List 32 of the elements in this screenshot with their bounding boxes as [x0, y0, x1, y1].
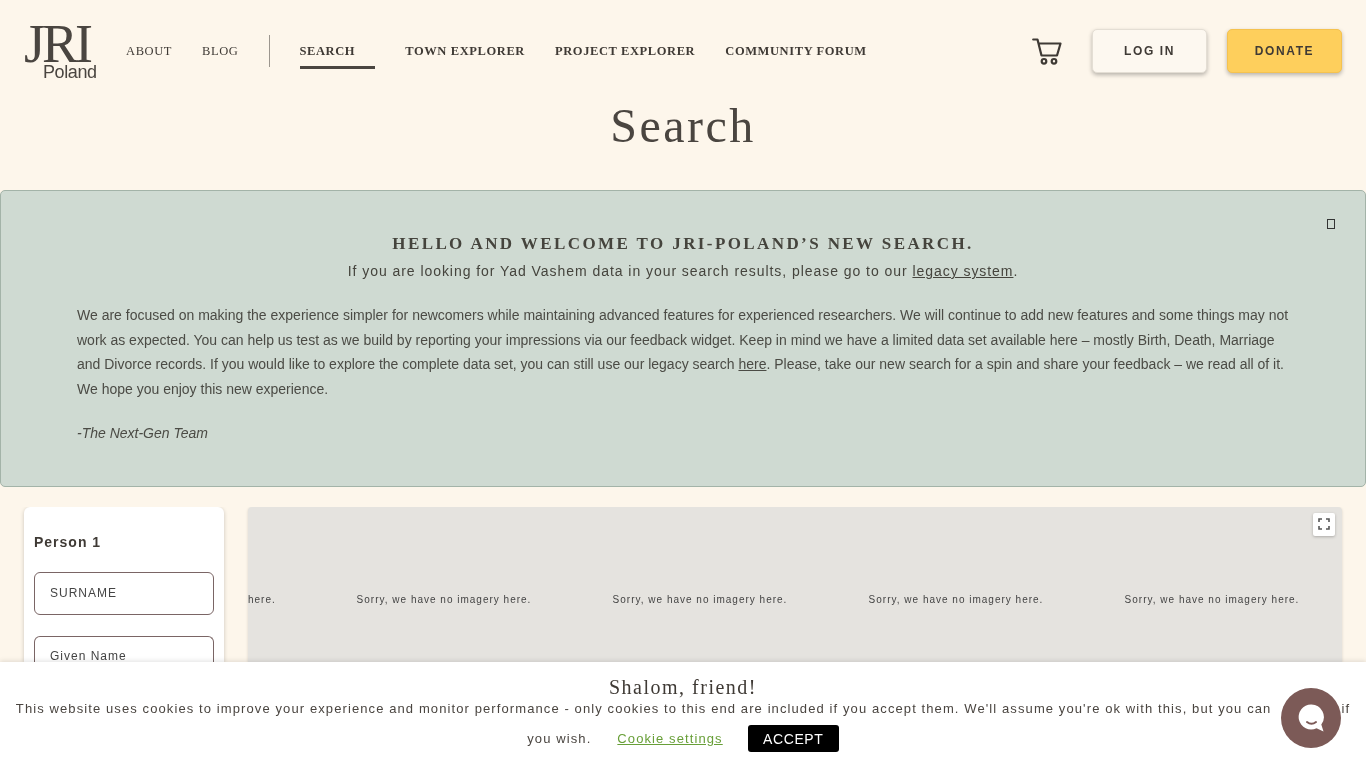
missing-glyph-icon[interactable] [1327, 219, 1335, 229]
log-in-button[interactable]: LOG IN [1092, 29, 1207, 73]
welcome-paragraph: We are focused on making the experience simpler for newcomers while maintaining advanced features for experienced researchers. We will continue to add new features and some things may not work as expected. You can help us test as we build by reporting your impressions via our feedback widget. Keep in mind we have a limited data set available here – mostly Birth, Death, Marriage and Divorce records. If you would like to explore the complete data set, you can still use our legacy search here. Please, take our new search for a spin and share your feedback – we read all of it. We hope you enjoy this new experience. [77, 306, 1289, 399]
map-tile-text: Sorry, we have no imagery here. [1124, 593, 1300, 605]
page-title: Search [609, 102, 757, 150]
nav-link[interactable]: ABOUT [126, 32, 173, 70]
donate-button[interactable]: DONATE [1227, 29, 1342, 73]
person-heading: Person 1 [34, 532, 102, 552]
fullscreen-icon [1318, 518, 1330, 530]
legacy-system-link[interactable]: legacy system [912, 263, 1014, 279]
nav-link[interactable]: PROJECT EXPLORER [554, 32, 696, 70]
nav-link[interactable]: TOWN EXPLORER [405, 32, 525, 70]
nav-link[interactable]: COMMUNITY FORUM [725, 32, 867, 70]
welcome-heading: HELLO AND WELCOME TO JRI-POLAND’S NEW SEARCH. [391, 233, 975, 255]
cart-icon[interactable] [1032, 37, 1062, 65]
fullscreen-button[interactable] [1313, 512, 1335, 536]
map-tile-text: here. [248, 593, 276, 605]
cookie-text: you wish. [527, 729, 592, 748]
nav-link[interactable]: SEARCH [299, 32, 376, 70]
intro-text: If you are looking for Yad Vashem data in your search results, please go to our legacy system. [346, 262, 1020, 281]
map-tile-text: Sorry, we have no imagery here. [612, 593, 788, 605]
cookie-text: if [1341, 700, 1351, 718]
cookie-title: Shalom, friend! [608, 675, 758, 699]
cookie-text: This website uses cookies to improve your experience and monitor performance - only cookies to this end are included if you accept them. We'll assume you're ok with this, but you can [15, 700, 1272, 718]
map-tile-text: Sorry, we have no imagery here. [356, 593, 532, 605]
map-tile-text: Sorry, we have no imagery here. [868, 593, 1044, 605]
input-field[interactable]: SURNAME [34, 571, 214, 615]
speech-bubble-icon [1296, 703, 1326, 733]
input-field[interactable]: Given Name [34, 635, 214, 662]
accept-button[interactable]: ACCEPT [747, 725, 839, 752]
signature-text: -The Next-Gen Team [77, 424, 209, 443]
nav-link[interactable]: BLOG [202, 32, 239, 70]
